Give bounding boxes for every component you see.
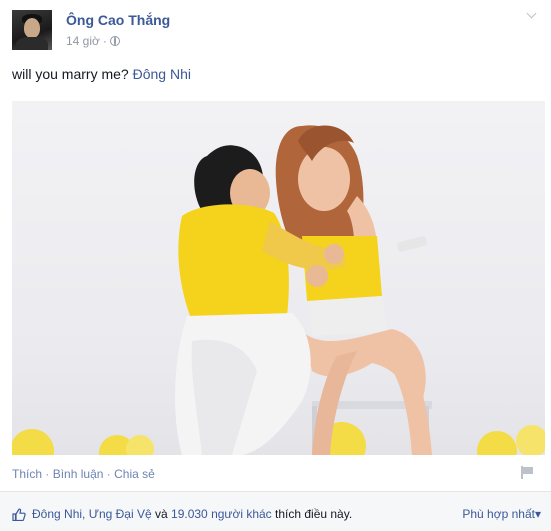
- globe-icon[interactable]: [109, 36, 120, 46]
- comment-sort-dropdown[interactable]: Phù hợp nhất▾: [462, 507, 541, 521]
- meta-separator: ·: [102, 34, 107, 48]
- caret-down-icon: ▾: [534, 507, 541, 521]
- tagged-person-link[interactable]: Đông Nhi: [133, 66, 191, 82]
- post-status: will you marry me? Đông Nhi: [12, 66, 191, 82]
- author-avatar[interactable]: [12, 10, 52, 50]
- likes-suffix: thích điều này.: [275, 507, 353, 521]
- feed-post: Ông Cao Thắng 14 giờ · will you marry me…: [0, 0, 551, 531]
- status-text: will you marry me?: [12, 66, 129, 82]
- photo-illustration: [12, 125, 545, 455]
- actions-separator: ·: [45, 467, 50, 481]
- chevron-down-icon[interactable]: [527, 10, 537, 20]
- thumbs-up-icon[interactable]: [12, 508, 26, 521]
- sort-label: Phù hợp nhất: [462, 507, 535, 521]
- author-name[interactable]: Ông Cao Thắng: [66, 12, 170, 28]
- actions-separator: ·: [106, 467, 111, 481]
- comment-link[interactable]: Bình luận: [53, 467, 104, 481]
- post-actions: Thích · Bình luận · Chia sẻ: [12, 467, 155, 481]
- liker-names[interactable]: Đông Nhi, Ưng Đại Vệ: [32, 507, 152, 521]
- likes-and: và: [155, 507, 168, 521]
- like-link[interactable]: Thích: [12, 467, 42, 481]
- post-meta: 14 giờ ·: [66, 34, 120, 48]
- post-time[interactable]: 14 giờ: [66, 34, 100, 48]
- post-photo[interactable]: [12, 101, 545, 455]
- likes-summary: Đông Nhi, Ưng Đại Vệ và 19.030 người khá…: [12, 507, 352, 521]
- likes-others-link[interactable]: 19.030 người khác: [171, 507, 272, 521]
- flag-icon[interactable]: [521, 466, 533, 479]
- share-link[interactable]: Chia sẻ: [114, 467, 155, 481]
